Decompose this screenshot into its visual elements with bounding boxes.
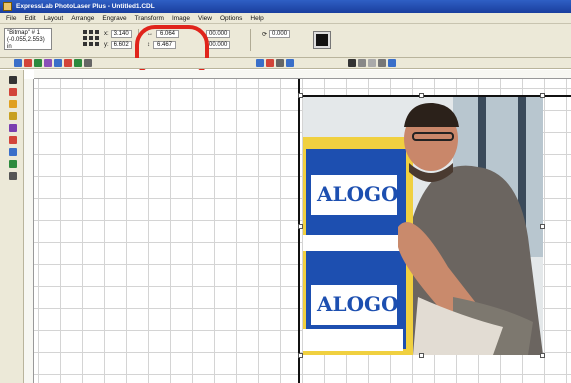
property-bar: "Bitmap" # 1 (-0.055,2.553) in x: 3.140 … [0,24,571,58]
node-icon[interactable] [84,59,92,67]
anchor-point-selector[interactable] [83,30,99,46]
intersect-icon[interactable] [74,59,82,67]
resize-handle-top-right[interactable] [540,93,545,98]
scale-y-value[interactable]: 00.000 [206,41,231,49]
menu-image[interactable]: Image [168,15,194,22]
horizontal-ruler[interactable] [34,70,571,79]
rectangle-tool-icon[interactable] [9,136,17,144]
vertical-ruler[interactable] [24,79,34,383]
grid-toggle-icon[interactable] [358,59,366,67]
secondary-toolbar [0,58,571,69]
y-value[interactable]: 6.602 [110,41,132,49]
shape-tool-icon[interactable] [9,88,17,96]
color-swatch[interactable] [313,31,331,49]
rotation-value[interactable]: 0.000 [269,30,291,38]
align-icon[interactable] [14,59,22,67]
title-bar: ExpressLab PhotoLaser Plus - Untitled1.C… [0,0,571,13]
rotation-field[interactable]: ⟳ 0.000 [262,30,291,38]
resize-handle-top[interactable] [419,93,424,98]
scale-x-field[interactable]: 00.000 [206,30,231,38]
text-tool-icon[interactable] [9,100,17,108]
x-value[interactable]: 3.140 [110,30,132,38]
separator [250,29,251,51]
resize-handle-left[interactable] [298,224,303,229]
y-position-field[interactable]: y: 6.602 [104,41,132,49]
menu-arrange[interactable]: Arrange [67,15,98,22]
menu-transform[interactable]: Transform [131,15,168,22]
scale-x-value[interactable]: 00.000 [206,30,231,38]
weld-icon[interactable] [54,59,62,67]
menu-layout[interactable]: Layout [40,15,68,22]
snap-icon[interactable] [348,59,356,67]
y-label: y: [104,42,109,48]
selected-bitmap-photo[interactable]: ALOGO ALOGO [303,97,543,355]
image-adjust-icon[interactable] [256,59,264,67]
image-grid-icon[interactable] [276,59,284,67]
svg-text:ALOGO: ALOGO [316,182,399,206]
ellipse-tool-icon[interactable] [9,124,17,132]
order-icon[interactable] [24,59,32,67]
pen-tool-icon[interactable] [9,172,17,180]
fill-tool-icon[interactable] [9,160,17,168]
scale-y-field[interactable]: 00.000 [206,41,231,49]
resize-handle-bottom[interactable] [419,353,424,358]
settings-icon[interactable] [388,59,396,67]
resize-handle-right[interactable] [540,224,545,229]
window-title: ExpressLab PhotoLaser Plus - Untitled1.C… [16,3,155,10]
rotate-icon: ⟳ [262,31,268,38]
pick-tool-icon[interactable] [9,76,17,84]
toolbox [0,70,24,383]
page-border-left [298,79,300,383]
menu-view[interactable]: View [194,15,216,22]
ungroup-icon[interactable] [44,59,52,67]
resize-handle-bottom-right[interactable] [540,353,545,358]
object-info-box: "Bitmap" # 1 (-0.055,2.553) in [4,28,52,50]
x-label: x: [104,31,109,37]
svg-text:ALOGO: ALOGO [316,292,399,316]
menu-options[interactable]: Options [216,15,246,22]
app-icon [3,2,12,11]
trim-icon[interactable] [64,59,72,67]
object-type: "Bitmap" # 1 [7,30,40,36]
menu-edit[interactable]: Edit [20,15,39,22]
zoom-tool-icon[interactable] [9,112,17,120]
image-crop-icon[interactable] [266,59,274,67]
photo-image: ALOGO ALOGO [303,97,543,355]
object-position: (-0.055,2.553) [7,37,45,43]
resize-handle-bottom-left[interactable] [298,353,303,358]
menu-file[interactable]: File [2,15,20,22]
x-position-field[interactable]: x: 3.140 [104,30,132,38]
polygon-tool-icon[interactable] [9,148,17,156]
group-icon[interactable] [34,59,42,67]
image-trace-icon[interactable] [286,59,294,67]
object-unit: in [7,44,12,50]
guide-icon[interactable] [368,59,376,67]
zoom-icon[interactable] [378,59,386,67]
menu-bar: File Edit Layout Arrange Engrave Transfo… [0,13,571,24]
menu-help[interactable]: Help [246,15,267,22]
resize-handle-top-left[interactable] [298,93,303,98]
menu-engrave[interactable]: Engrave [98,15,130,22]
